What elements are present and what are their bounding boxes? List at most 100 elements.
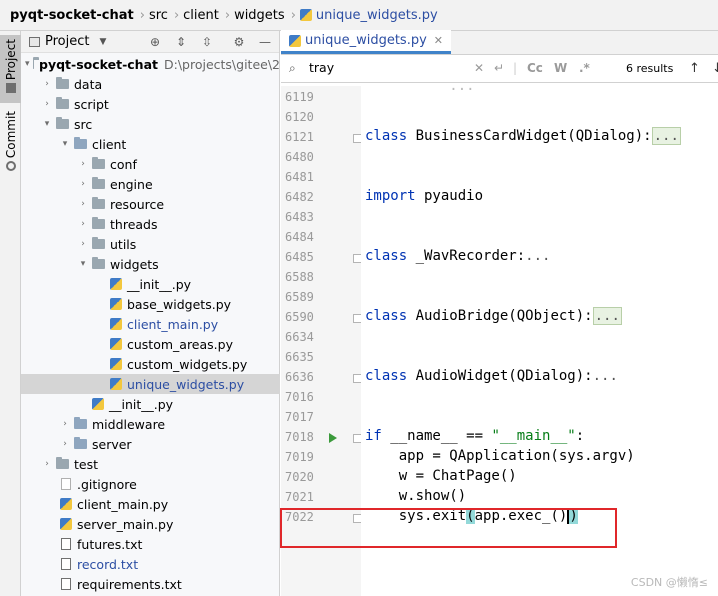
code-line: class AudioWidget(QDialog):... <box>365 368 618 384</box>
breadcrumb-widgets[interactable]: widgets <box>234 8 285 23</box>
project-tool-tab[interactable]: Project <box>0 35 21 103</box>
tree-item-resource[interactable]: › resource <box>21 194 280 214</box>
gear-icon[interactable]: ⚙ <box>231 34 247 50</box>
tree-item-test[interactable]: › test <box>21 454 280 474</box>
chevron-right-icon[interactable]: › <box>77 159 89 169</box>
chevron-right-icon[interactable]: › <box>41 79 53 89</box>
tree-item-file[interactable]: __init__.py <box>21 394 280 414</box>
tree-item-file[interactable]: custom_areas.py <box>21 334 280 354</box>
tool-window-strip: Project Commit <box>0 31 21 596</box>
tree-item-client[interactable]: ▾ client <box>21 134 280 154</box>
chevron-down-icon[interactable]: ▾ <box>25 59 30 69</box>
breadcrumb: pyqt-socket-chat › src › client › widget… <box>0 0 718 31</box>
chevron-right-icon[interactable]: › <box>41 459 53 469</box>
locate-icon[interactable]: ⊕ <box>147 34 163 50</box>
chevron-right-icon[interactable]: › <box>59 439 71 449</box>
chevron-right-icon[interactable]: › <box>77 199 89 209</box>
python-file-icon <box>110 338 122 350</box>
breadcrumb-project[interactable]: pyqt-socket-chat <box>10 8 134 23</box>
regex-toggle[interactable]: .* <box>579 61 590 75</box>
line-number: 6119 <box>285 90 314 104</box>
match-case-toggle[interactable]: Cc <box>527 61 543 75</box>
folded-region[interactable]: ... <box>525 248 550 264</box>
chevron-right-icon[interactable]: › <box>41 99 53 109</box>
find-bar: ⌕ tray ✕ ↵ | Cc W .* 6 results ↑ ↓ <box>281 55 718 83</box>
chevron-down-icon[interactable]: ▾ <box>77 259 89 269</box>
code-line: class BusinessCardWidget(QDialog):... <box>365 127 681 145</box>
tree-item-utils[interactable]: › utils <box>21 234 280 254</box>
commit-tool-tab[interactable]: Commit <box>0 109 21 173</box>
tree-item-script[interactable]: › script <box>21 94 280 114</box>
tree-item-engine[interactable]: › engine <box>21 174 280 194</box>
tree-item-server[interactable]: › server <box>21 434 280 454</box>
tree-item-src[interactable]: ▾ src <box>21 114 280 134</box>
expand-all-icon[interactable]: ⇕ <box>173 34 189 50</box>
tree-item-conf[interactable]: › conf <box>21 154 280 174</box>
tree-item-label: custom_widgets.py <box>127 356 248 372</box>
python-file-icon <box>60 498 72 510</box>
folder-icon <box>92 237 105 249</box>
previous-occurrence-icon[interactable]: ↑ <box>689 61 700 76</box>
tree-item-file[interactable]: base_widgets.py <box>21 294 280 314</box>
code-line: if __name__ == "__main__": <box>365 428 584 444</box>
whole-words-toggle[interactable]: W <box>554 61 567 75</box>
tree-item-file[interactable]: requirements.txt <box>21 574 280 594</box>
collapse-all-icon[interactable]: ⇳ <box>199 34 215 50</box>
tree-item-label: server <box>92 436 132 452</box>
tree-item-middleware[interactable]: › middleware <box>21 414 280 434</box>
python-file-icon <box>110 318 122 330</box>
chevron-down-icon[interactable]: ▼ <box>99 37 106 47</box>
tree-item-file[interactable]: client_main.py <box>21 494 280 514</box>
project-panel: Project ▼ ⊕ ⇕ ⇳ ⚙ — ▾ pyqt-socket-chat D… <box>21 31 280 596</box>
new-line-icon[interactable]: ↵ <box>494 61 504 75</box>
folded-region[interactable]: ... <box>593 368 618 384</box>
tree-item-file[interactable]: record.txt <box>21 554 280 574</box>
tree-item-file[interactable]: client_main.py <box>21 314 280 334</box>
tree-item-root[interactable]: ▾ pyqt-socket-chat D:\projects\gitee\2 <box>21 54 280 74</box>
line-number: 6482 <box>285 190 314 204</box>
breadcrumb-client[interactable]: client <box>183 8 219 23</box>
tree-item-threads[interactable]: › threads <box>21 214 280 234</box>
tree-item-file[interactable]: custom_widgets.py <box>21 354 280 374</box>
keyword: import <box>365 188 416 204</box>
tree-item-label: record.txt <box>77 556 139 572</box>
search-icon[interactable]: ⌕ <box>289 61 296 76</box>
tree-item-file[interactable]: server_main.py <box>21 514 280 534</box>
code-text: BusinessCardWidget(QDialog): <box>407 128 652 144</box>
project-panel-title[interactable]: Project <box>45 34 89 49</box>
chevron-right-icon[interactable]: › <box>59 419 71 429</box>
tree-item-data[interactable]: › data <box>21 74 280 94</box>
chevron-right-icon[interactable]: › <box>77 239 89 249</box>
close-icon[interactable]: ✕ <box>434 34 443 47</box>
folded-region[interactable]: ... <box>651 127 681 145</box>
breadcrumb-file[interactable]: unique_widgets.py <box>316 8 438 23</box>
code-line: w.show() <box>365 488 467 504</box>
keyword: class <box>365 308 408 324</box>
folder-icon <box>74 437 87 449</box>
chevron-down-icon[interactable]: ▾ <box>41 119 53 129</box>
line-number: 7017 <box>285 410 314 424</box>
project-tool-tab-label: Project <box>3 39 18 81</box>
run-icon[interactable] <box>329 433 337 443</box>
clear-search-icon[interactable]: ✕ <box>474 61 484 75</box>
tree-item-file[interactable]: futures.txt <box>21 534 280 554</box>
watermark: CSDN @懒惰≤ <box>630 576 708 589</box>
tree-item-label: .gitignore <box>77 476 137 492</box>
tree-item-label: threads <box>110 216 158 232</box>
find-input[interactable]: tray <box>309 60 334 75</box>
tree-item-file[interactable]: __init__.py <box>21 274 280 294</box>
editor-tab-unique-widgets[interactable]: unique_widgets.py ✕ <box>281 30 451 54</box>
tree-item-label: utils <box>110 236 137 252</box>
tree-item-file[interactable]: .gitignore <box>21 474 280 494</box>
next-occurrence-icon[interactable]: ↓ <box>712 61 718 76</box>
chevron-down-icon[interactable]: ▾ <box>59 139 71 149</box>
tree-item-widgets[interactable]: ▾ widgets <box>21 254 280 274</box>
commit-tool-tab-label: Commit <box>3 111 18 159</box>
tree-item-file-selected[interactable]: unique_widgets.py <box>21 374 280 394</box>
folded-region[interactable]: ... <box>592 307 622 325</box>
breadcrumb-src[interactable]: src <box>149 8 168 23</box>
chevron-right-icon[interactable]: › <box>77 179 89 189</box>
tree-item-label: middleware <box>92 416 166 432</box>
chevron-right-icon[interactable]: › <box>77 219 89 229</box>
minimize-icon[interactable]: — <box>257 34 273 50</box>
